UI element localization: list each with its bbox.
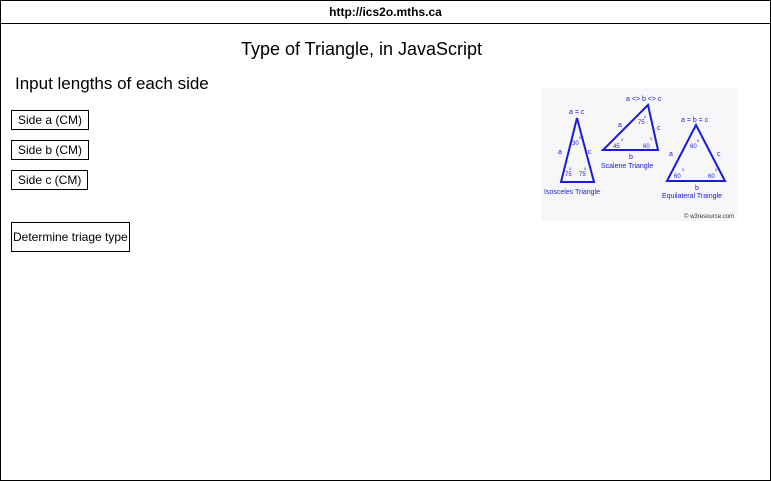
scalene-side-c: c — [657, 125, 661, 132]
svg-text:0: 0 — [682, 167, 685, 172]
determine-type-button[interactable]: Determine triage type — [11, 222, 130, 252]
url-bar[interactable]: http://ics2o.mths.ca — [1, 1, 770, 24]
scalene-side-a: a — [618, 122, 622, 129]
isosceles-triangle: a = c a c 30 0 75 0 75 0 Isosceles Trian… — [544, 109, 600, 196]
side-b-input[interactable]: Side b (CM) — [11, 140, 90, 160]
scalene-side-b: b — [629, 154, 633, 161]
isosceles-side-c: c — [588, 149, 592, 156]
triangle-types-image: a = c a c 30 0 75 0 75 0 Isosceles Trian… — [541, 88, 737, 221]
svg-text:0: 0 — [697, 138, 700, 143]
scalene-right-angle: 60 — [643, 144, 650, 150]
page-subtitle: Input lengths of each side — [15, 74, 209, 93]
equilateral-top-angle: 60 — [690, 144, 697, 150]
browser-window: http://ics2o.mths.ca Type of Triangle, i… — [0, 0, 771, 481]
page-title: Type of Triangle, in JavaScript — [240, 39, 483, 59]
equilateral-side-c: c — [717, 151, 721, 158]
side-c-input[interactable]: Side c (CM) — [11, 170, 89, 190]
side-a-input[interactable]: Side a (CM) — [11, 110, 90, 130]
scalene-top-angle: 75 — [638, 120, 645, 126]
svg-text:0: 0 — [621, 137, 624, 142]
svg-text:0: 0 — [644, 114, 647, 119]
svg-text:0: 0 — [650, 136, 653, 141]
scalene-left-angle: 45 — [613, 144, 620, 150]
equilateral-side-b: b — [695, 185, 699, 192]
isosceles-top-angle: 30 — [572, 141, 579, 147]
isosceles-left-angle: 75 — [565, 172, 572, 178]
equilateral-left-angle: 60 — [674, 174, 681, 180]
equilateral-side-a: a — [669, 151, 673, 158]
svg-text:0: 0 — [569, 166, 572, 171]
isosceles-right-angle: 75 — [579, 172, 586, 178]
equilateral-right-angle: 60 — [708, 174, 715, 180]
svg-text:0: 0 — [584, 166, 587, 171]
scalene-caption: Scalene Triangle — [601, 163, 653, 170]
image-credit: © w3resource.com — [684, 213, 734, 220]
isosceles-caption: Isosceles Triangle — [544, 189, 600, 196]
equilateral-header: a = b = c — [681, 117, 709, 124]
scalene-triangle: a <> b <> c a b c 75 0 45 0 60 0 Scalene… — [600, 96, 662, 170]
isosceles-header: a = c — [569, 109, 585, 116]
scalene-header: a <> b <> c — [626, 96, 662, 103]
equilateral-caption: Equilateral Traingle — [662, 193, 722, 200]
isosceles-side-a: a — [558, 149, 562, 156]
equilateral-triangle: a = b = c a b c 60 0 60 0 60 0 Equilater… — [662, 117, 727, 200]
